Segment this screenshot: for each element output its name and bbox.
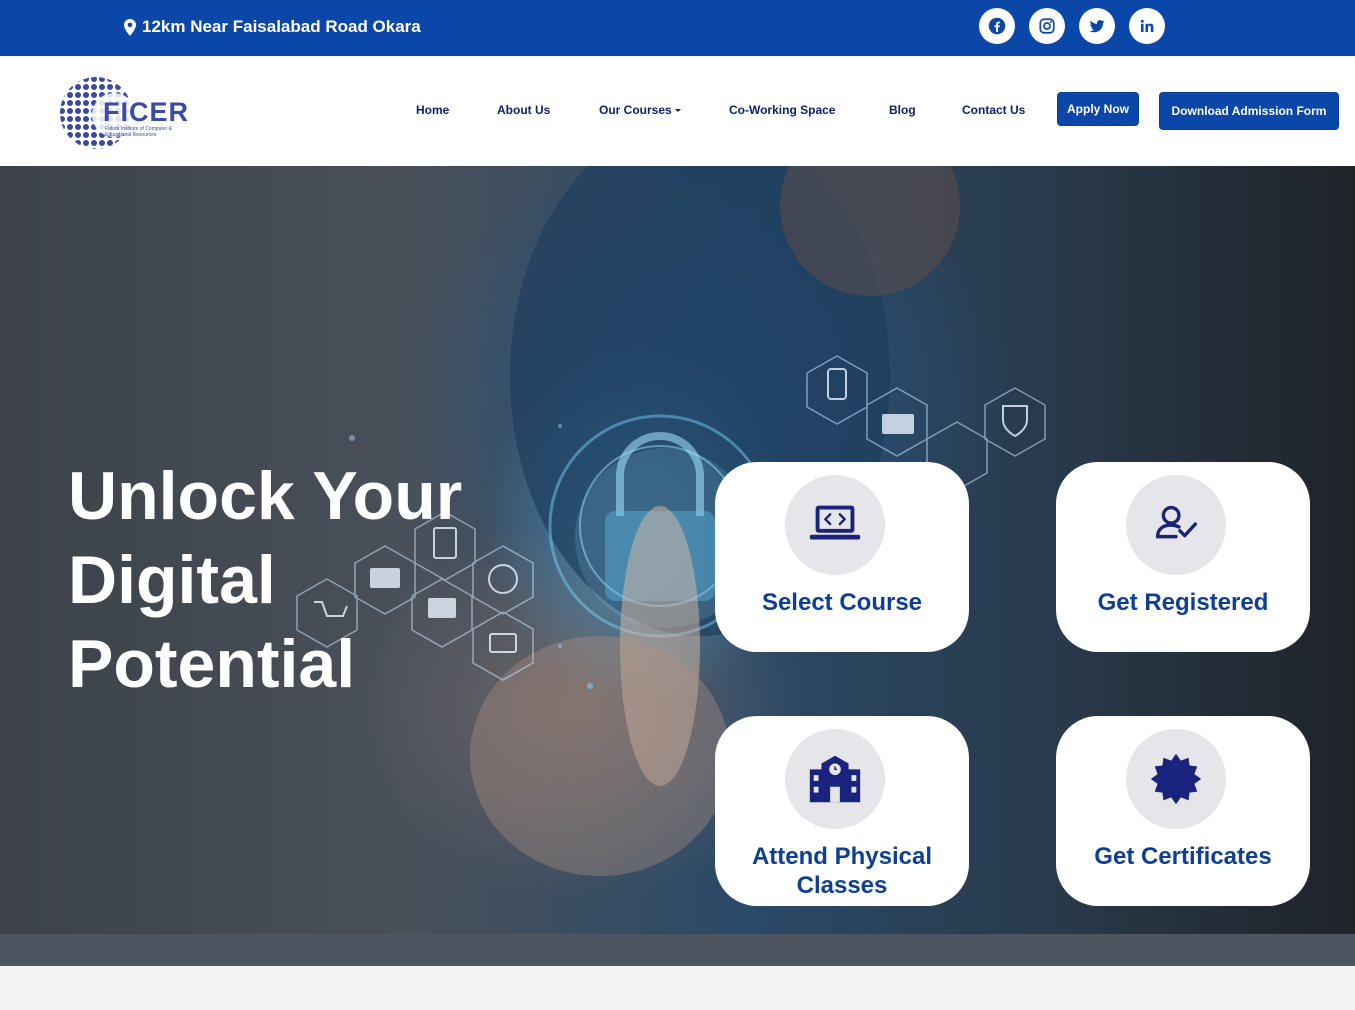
laptop-code-icon bbox=[809, 505, 861, 540]
download-admission-form-button[interactable]: Download Admission Form bbox=[1159, 92, 1339, 130]
hero-bottom-band bbox=[0, 934, 1355, 966]
nav-blog[interactable]: Blog bbox=[889, 103, 916, 117]
social-links bbox=[979, 8, 1165, 44]
caret-down-icon bbox=[674, 109, 681, 113]
hero-title-line-1: Unlock Your bbox=[68, 458, 463, 534]
linkedin-link[interactable] bbox=[1129, 8, 1165, 44]
nav-contact-us[interactable]: Contact Us bbox=[962, 103, 1025, 117]
nav-our-courses[interactable]: Our Courses bbox=[599, 103, 681, 117]
instagram-icon bbox=[1039, 18, 1055, 34]
card-label: Select Course bbox=[761, 589, 923, 616]
top-info-bar: 12km Near Faisalabad Road Okara bbox=[0, 0, 1355, 56]
logo-wordmark: FICER bbox=[103, 97, 189, 127]
map-marker-icon bbox=[124, 18, 136, 36]
apply-now-button[interactable]: Apply Now bbox=[1057, 92, 1139, 126]
card-icon-circle bbox=[785, 729, 885, 829]
nav-home[interactable]: Home bbox=[416, 103, 449, 117]
next-section-strip bbox=[0, 966, 1355, 1010]
hero-title-line-2: Digital bbox=[68, 542, 276, 618]
nav-co-working-space[interactable]: Co-Working Space bbox=[729, 103, 835, 117]
twitter-icon bbox=[1089, 20, 1105, 33]
card-label: Get Certificates bbox=[1094, 843, 1272, 870]
hero-title-line-3: Potential bbox=[68, 626, 356, 702]
twitter-link[interactable] bbox=[1079, 8, 1115, 44]
instagram-link[interactable] bbox=[1029, 8, 1065, 44]
main-navbar: FICER Future Institute of Computer & Edu… bbox=[0, 56, 1355, 166]
facebook-icon bbox=[988, 17, 1006, 35]
card-select-course[interactable]: Select Course bbox=[715, 462, 969, 652]
logo-tagline: Future Institute of Computer & Education… bbox=[105, 126, 172, 138]
hero-section: Unlock Your Digital Potential Select Cou… bbox=[0, 166, 1355, 934]
card-get-certificates[interactable]: Get Certificates bbox=[1056, 716, 1310, 906]
ficer-logo[interactable]: FICER Future Institute of Computer & Edu… bbox=[58, 75, 198, 151]
nav-about-us[interactable]: About Us bbox=[497, 103, 550, 117]
school-icon bbox=[809, 755, 861, 803]
address-block: 12km Near Faisalabad Road Okara bbox=[124, 17, 421, 37]
card-icon-circle bbox=[1126, 729, 1226, 829]
card-label: Get Registered bbox=[1097, 589, 1269, 616]
nav-our-courses-label: Our Courses bbox=[599, 103, 672, 117]
hero-title: Unlock Your Digital Potential bbox=[68, 454, 588, 706]
card-get-registered[interactable]: Get Registered bbox=[1056, 462, 1310, 652]
user-check-icon bbox=[1155, 505, 1198, 539]
card-icon-circle bbox=[1126, 475, 1226, 575]
linkedin-icon bbox=[1140, 19, 1154, 32]
card-label: Attend Physical Classes bbox=[751, 843, 933, 899]
card-attend-physical-classes[interactable]: Attend Physical Classes bbox=[715, 716, 969, 906]
card-icon-circle bbox=[785, 475, 885, 575]
facebook-link[interactable] bbox=[979, 8, 1015, 44]
address-text: 12km Near Faisalabad Road Okara bbox=[142, 17, 421, 36]
certificate-icon bbox=[1150, 753, 1202, 805]
